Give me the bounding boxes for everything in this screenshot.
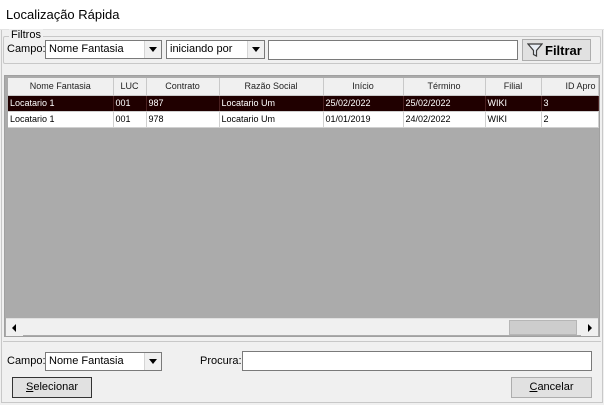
scrollbar-track[interactable] <box>23 320 509 335</box>
arrow-left-icon[interactable] <box>6 319 23 336</box>
bottom-field-value: Nome Fantasia <box>49 355 124 367</box>
table-cell: Locatario 1 <box>8 95 114 112</box>
table-cell: Locatario 1 <box>8 111 114 128</box>
bottom-field-label: Campo: <box>7 355 46 367</box>
arrow-right-icon[interactable] <box>581 319 598 336</box>
horizontal-scrollbar[interactable] <box>6 318 598 336</box>
filter-button[interactable]: Filtrar <box>522 39 591 61</box>
divider <box>3 341 601 342</box>
filters-legend: Filtros <box>9 29 43 41</box>
filter-search-input[interactable] <box>268 40 518 60</box>
column-header-razao-social[interactable]: Razão Social <box>219 78 324 96</box>
table-cell: 3 <box>541 95 599 112</box>
window-border-left <box>1 30 2 402</box>
column-header-inicio[interactable]: Início <box>323 78 404 96</box>
table-cell: WIKI <box>485 111 542 128</box>
filter-field-combo[interactable]: Nome Fantasia <box>45 40 162 59</box>
filter-button-label: Filtrar <box>545 43 582 58</box>
scrollbar-thumb[interactable] <box>509 320 577 335</box>
select-button[interactable]: Selecionar <box>12 377 92 398</box>
table-cell: 25/02/2022 <box>323 95 404 112</box>
window-border-right <box>602 30 603 402</box>
table-header-row: Nome Fantasia LUC Contrato Razão Social … <box>8 78 599 96</box>
table-cell: Locatario Um <box>219 95 324 112</box>
table-cell: 2 <box>541 111 599 128</box>
table-cell: 978 <box>146 111 220 128</box>
cancel-button[interactable]: Cancelar <box>511 377 592 398</box>
column-header-termino[interactable]: Término <box>403 78 486 96</box>
chevron-down-icon[interactable] <box>247 41 264 58</box>
chevron-down-icon[interactable] <box>144 41 161 58</box>
title-bar: Localização Rápida <box>0 0 604 30</box>
column-header-nome-fantasia[interactable]: Nome Fantasia <box>8 78 114 96</box>
filter-field-value: Nome Fantasia <box>49 43 124 55</box>
column-header-luc[interactable]: LUC <box>113 78 147 96</box>
funnel-icon <box>527 43 543 57</box>
window-border-bottom <box>1 402 603 403</box>
table-cell: Locatario Um <box>219 111 324 128</box>
table-cell: 01/01/2019 <box>323 111 404 128</box>
bottom-field-combo[interactable]: Nome Fantasia <box>45 352 162 371</box>
table-row-selected[interactable]: Locatario 1 001 987 Locatario Um 25/02/2… <box>8 95 599 112</box>
table-row[interactable]: Locatario 1 001 978 Locatario Um 01/01/2… <box>8 111 599 128</box>
cancel-button-label: ancelar <box>537 381 574 393</box>
table-cell: 001 <box>113 111 147 128</box>
results-grid[interactable]: Nome Fantasia LUC Contrato Razão Social … <box>4 75 600 337</box>
table-cell: 24/02/2022 <box>403 111 486 128</box>
column-header-id-aprovacao[interactable]: ID Apro <box>541 78 599 96</box>
window-title: Localização Rápida <box>6 7 120 22</box>
table-cell: WIKI <box>485 95 542 112</box>
column-header-filial[interactable]: Filial <box>485 78 542 96</box>
search-input[interactable] <box>242 351 592 371</box>
filter-mode-combo[interactable]: iniciando por <box>166 40 265 59</box>
search-label: Procura: <box>200 355 242 367</box>
results-table: Nome Fantasia LUC Contrato Razão Social … <box>8 78 599 128</box>
chevron-down-icon[interactable] <box>144 353 161 370</box>
table-cell: 001 <box>113 95 147 112</box>
column-header-contrato[interactable]: Contrato <box>146 78 220 96</box>
select-button-label: elecionar <box>33 381 78 393</box>
filter-mode-value: iniciando por <box>170 43 233 55</box>
table-cell: 25/02/2022 <box>403 95 486 112</box>
filter-field-label: Campo: <box>7 43 46 55</box>
table-cell: 987 <box>146 95 220 112</box>
